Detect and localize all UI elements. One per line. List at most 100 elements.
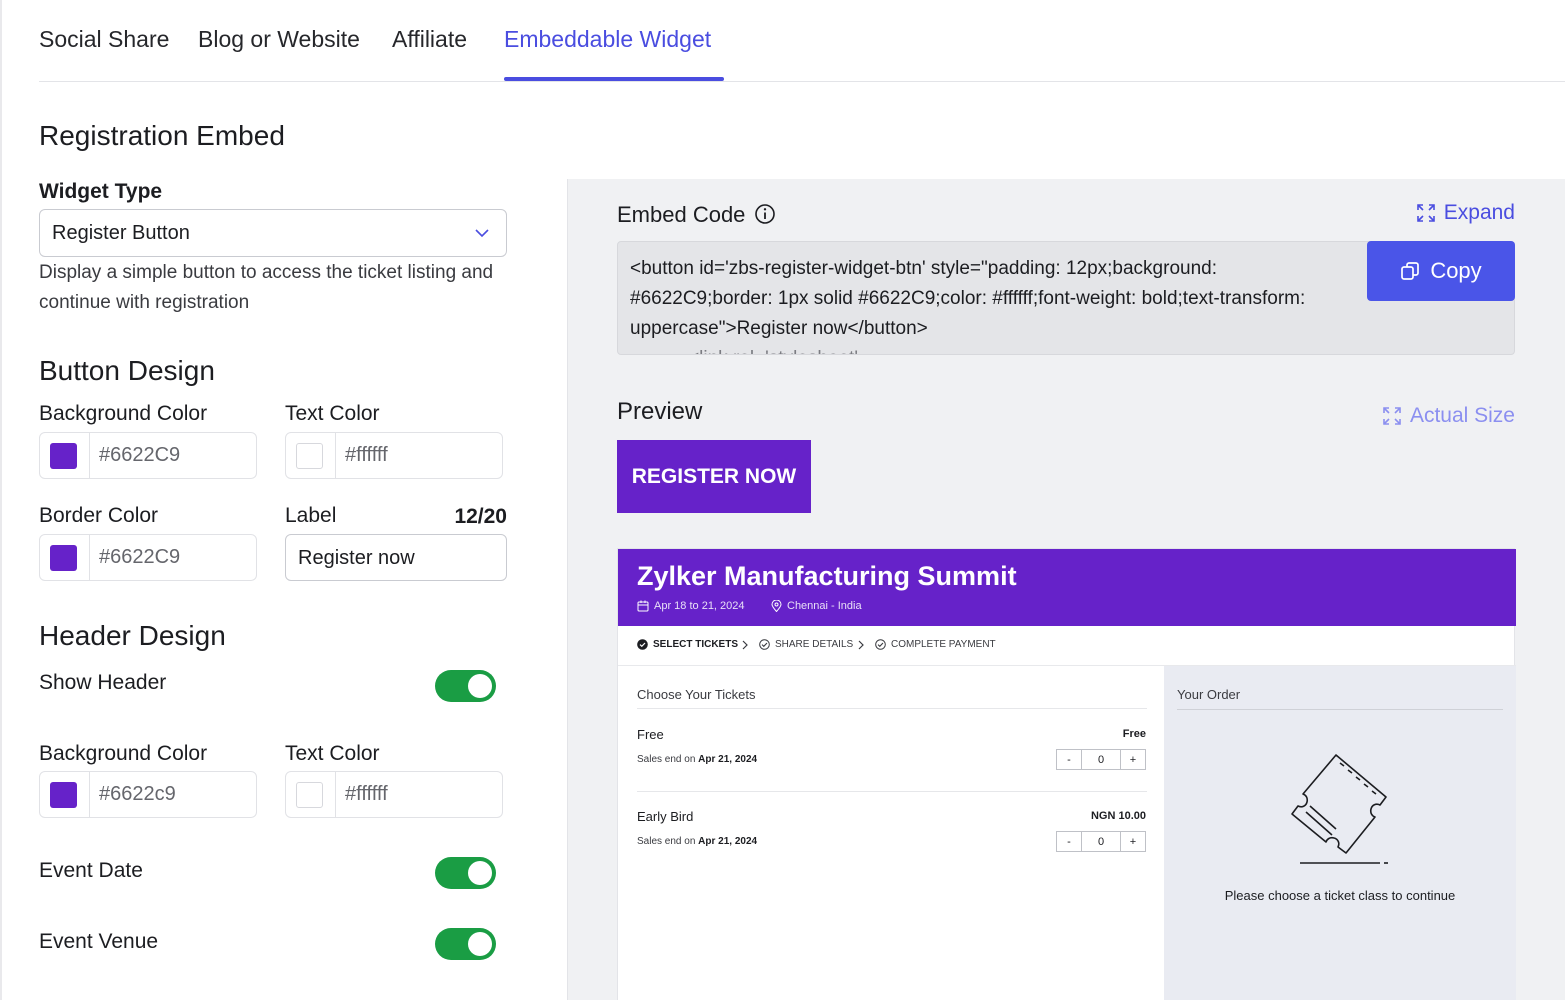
event-date-text: Apr 18 to 21, 2024 [654,600,745,612]
header-bg-color-field[interactable]: #6622c9 [39,771,257,818]
ticket-sales-end: Sales end on Apr 21, 2024 [637,836,758,847]
widget-type-select[interactable]: Register Button [39,209,507,257]
divider [1177,709,1503,710]
step-label: SELECT TICKETS [653,639,739,650]
step-label: COMPLETE PAYMENT [891,639,996,650]
empty-order-message: Please choose a ticket class to continue [1224,888,1456,903]
header-text-color-value: #ffffff [345,783,388,805]
event-venue-text: Chennai - India [787,600,862,612]
check-circle-icon [875,639,886,650]
event-date-label: Event Date [39,859,143,882]
increment-button[interactable]: + [1121,750,1145,769]
quantity-value[interactable]: 0 [1081,750,1121,769]
left-border [0,0,2,1000]
header-text-color-field[interactable]: #ffffff [285,771,503,818]
chevron-right-icon [858,640,864,650]
event-title: Zylker Manufacturing Summit [637,561,1017,591]
tab-social-share[interactable]: Social Share [39,26,169,53]
button-border-color-value: #6622C9 [99,546,181,568]
step-complete-payment: COMPLETE PAYMENT [875,639,996,650]
color-swatch[interactable] [50,443,77,469]
chevron-right-icon [742,640,748,650]
ticket-widget-preview: Zylker Manufacturing Summit Apr 18 to 21… [617,548,1516,1000]
copy-icon [1401,262,1420,280]
button-text-color-label: Text Color [285,402,380,425]
section-title-registration-embed: Registration Embed [39,120,285,151]
button-bg-color-label: Background Color [39,402,208,425]
event-venue: Chennai - India [771,600,862,612]
button-label-value: Register now [298,547,415,569]
ticket-price: Free [1122,728,1146,740]
copy-label: Copy [1430,258,1482,283]
ticket-name: Free [637,727,664,742]
divider [637,791,1147,792]
color-swatch[interactable] [296,782,323,808]
button-text-color-value: #ffffff [345,444,388,466]
tab-bar: Social Share Blog or Website Affiliate E… [39,0,1565,82]
ticket-list: Choose Your Tickets Free Free Sales end … [618,666,1164,1000]
button-bg-color-field[interactable]: #6622C9 [39,432,257,479]
copy-button[interactable]: Copy [1367,241,1515,301]
button-label-input[interactable]: Register now [285,534,507,581]
button-label-label: Label [285,504,337,527]
choose-tickets-label: Choose Your Tickets [637,687,756,702]
color-swatch[interactable] [296,443,323,469]
tab-affiliate[interactable]: Affiliate [392,26,467,53]
header-bg-color-value: #6622c9 [99,783,176,805]
register-now-preview-button[interactable]: REGISTER NOW [617,440,811,513]
event-date: Apr 18 to 21, 2024 [637,600,745,612]
label-char-counter: 12/20 [454,505,507,528]
expand-label: Expand [1443,201,1515,224]
expand-icon [1416,204,1435,222]
info-icon[interactable] [754,203,776,225]
event-date-toggle[interactable] [435,857,496,889]
calendar-icon [637,600,649,612]
actual-size-label: Actual Size [1409,404,1515,427]
divider [637,708,1147,709]
tab-embeddable-widget[interactable]: Embeddable Widget [504,26,711,53]
embed-code-text: <button id='zbs-register-widget-btn' sty… [630,258,1306,339]
tab-blog-or-website[interactable]: Blog or Website [198,26,360,53]
embed-code-title: Embed Code [617,202,746,227]
event-venue-label: Event Venue [39,930,159,953]
widget-header: Zylker Manufacturing Summit Apr 18 to 21… [618,549,1516,626]
widget-type-label: Widget Type [39,180,163,203]
show-header-label: Show Header [39,671,167,694]
button-bg-color-value: #6622C9 [99,444,181,466]
decrement-button[interactable]: - [1057,750,1081,769]
increment-button[interactable]: + [1121,832,1145,851]
your-order-title: Your Order [1177,687,1241,702]
widget-type-help-text: Display a simple button to access the ti… [39,262,494,313]
widget-type-value: Register Button [52,222,190,244]
quantity-stepper[interactable]: - 0 + [1056,749,1146,770]
button-border-color-field[interactable]: #6622C9 [39,534,257,581]
expand-button[interactable]: Expand [1416,201,1515,225]
event-venue-toggle[interactable] [435,928,496,960]
order-summary: Your Order Please choose a ticket class … [1164,666,1516,1000]
preview-title: Preview [617,398,703,425]
active-tab-indicator [504,77,724,81]
check-circle-icon [759,639,770,650]
checkout-steps: SELECT TICKETS SHARE DETAILS COMPLETE PA… [618,626,1516,666]
color-swatch[interactable] [50,782,77,808]
decrement-button[interactable]: - [1057,832,1081,851]
header-text-color-label: Text Color [285,742,380,765]
button-text-color-field[interactable]: #ffffff [285,432,503,479]
ticket-sales-end: Sales end on Apr 21, 2024 [637,754,758,765]
actual-size-icon [1383,407,1401,425]
actual-size-button[interactable]: Actual Size [1382,404,1515,428]
embed-code-cut-line: ...........<link rel='stylesheet' [630,344,1330,354]
ticket-icon [1291,754,1388,864]
header-bg-color-label: Background Color [39,742,208,765]
ticket-price: NGN 10.00 [1090,810,1146,822]
show-header-toggle[interactable] [435,670,496,702]
section-title-header-design: Header Design [39,620,226,651]
button-border-color-label: Border Color [39,504,159,527]
quantity-stepper[interactable]: - 0 + [1056,831,1146,852]
chevron-down-icon [475,229,489,238]
location-pin-icon [771,600,782,612]
embed-panel: Embed Code Expand <button id='zbs-regist… [567,179,1565,1000]
color-swatch[interactable] [50,545,77,571]
quantity-value[interactable]: 0 [1081,832,1121,851]
step-select-tickets: SELECT TICKETS [637,639,738,650]
